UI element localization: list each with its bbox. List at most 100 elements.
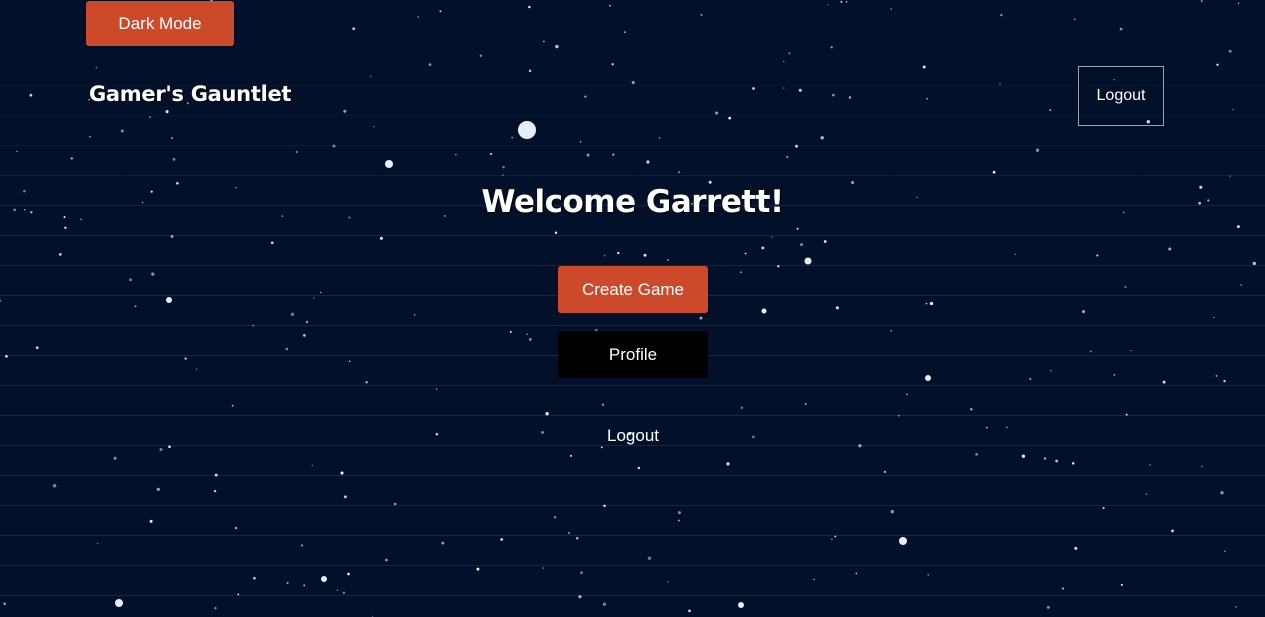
star [1200, 0, 1203, 3]
create-game-button[interactable]: Create Game [558, 266, 708, 313]
star [435, 388, 438, 390]
star [373, 126, 375, 128]
star [637, 466, 641, 470]
star [1149, 464, 1151, 466]
star [740, 406, 743, 409]
star [858, 444, 862, 448]
star [992, 170, 996, 174]
star [300, 544, 304, 547]
star [783, 87, 785, 89]
star [678, 519, 680, 522]
star [1035, 148, 1040, 152]
star [115, 599, 123, 607]
star [604, 255, 606, 257]
star [667, 581, 669, 583]
star [303, 334, 306, 337]
star [700, 13, 703, 16]
star [667, 259, 669, 261]
star [834, 535, 837, 538]
star [771, 236, 773, 238]
star [646, 160, 650, 164]
star [295, 150, 298, 154]
star [580, 571, 583, 575]
star [237, 593, 240, 596]
star [439, 10, 442, 13]
star [820, 136, 824, 140]
star [369, 75, 372, 78]
star [728, 116, 732, 120]
star [528, 69, 532, 73]
star [149, 116, 151, 119]
star [156, 487, 160, 491]
star [16, 150, 18, 153]
profile-button[interactable]: Profile [558, 331, 708, 378]
star [1223, 379, 1226, 383]
star [1171, 529, 1174, 533]
star [149, 519, 153, 523]
star [678, 171, 681, 174]
star [342, 591, 345, 594]
star [195, 368, 198, 370]
star [285, 347, 289, 351]
star [528, 5, 531, 9]
star [454, 153, 457, 156]
star [804, 257, 812, 265]
logout-link[interactable]: Logout [558, 426, 708, 446]
star [234, 526, 238, 530]
star [64, 226, 67, 229]
star [617, 251, 620, 255]
star [740, 271, 742, 273]
star [752, 87, 755, 90]
star [542, 567, 545, 569]
star [1074, 546, 1078, 550]
star [798, 88, 802, 92]
star [543, 40, 545, 43]
star [58, 253, 62, 256]
star [1082, 310, 1085, 314]
star [252, 324, 255, 327]
star [1168, 247, 1172, 251]
star [428, 63, 432, 66]
star [70, 157, 73, 160]
star [788, 52, 791, 55]
logout-button-header[interactable]: Logout [1078, 66, 1164, 126]
star [365, 381, 368, 384]
star [855, 572, 858, 575]
star [332, 144, 336, 148]
star [96, 542, 99, 545]
star [890, 509, 894, 514]
star [113, 456, 117, 460]
star [414, 314, 416, 316]
star [677, 511, 681, 515]
star [848, 96, 852, 99]
star [715, 111, 719, 115]
dark-mode-button[interactable]: Dark Mode [86, 1, 234, 46]
star [134, 305, 137, 308]
star [159, 447, 163, 452]
star [1201, 465, 1203, 468]
star [761, 246, 765, 250]
star [502, 165, 505, 169]
star [1235, 606, 1237, 608]
star [1252, 261, 1256, 266]
star [35, 346, 39, 350]
star [313, 297, 315, 299]
star [975, 453, 978, 456]
star [752, 435, 755, 439]
star [568, 531, 571, 535]
star [151, 272, 155, 276]
star [500, 538, 504, 541]
star [744, 252, 747, 255]
star [845, 0, 848, 3]
star [541, 430, 544, 434]
star [906, 393, 908, 396]
star [253, 576, 256, 580]
star [827, 4, 829, 6]
star [290, 312, 295, 316]
star [578, 595, 582, 599]
star [925, 375, 931, 381]
star [502, 174, 504, 176]
star [1162, 380, 1166, 384]
star [270, 241, 274, 245]
star [925, 302, 928, 305]
